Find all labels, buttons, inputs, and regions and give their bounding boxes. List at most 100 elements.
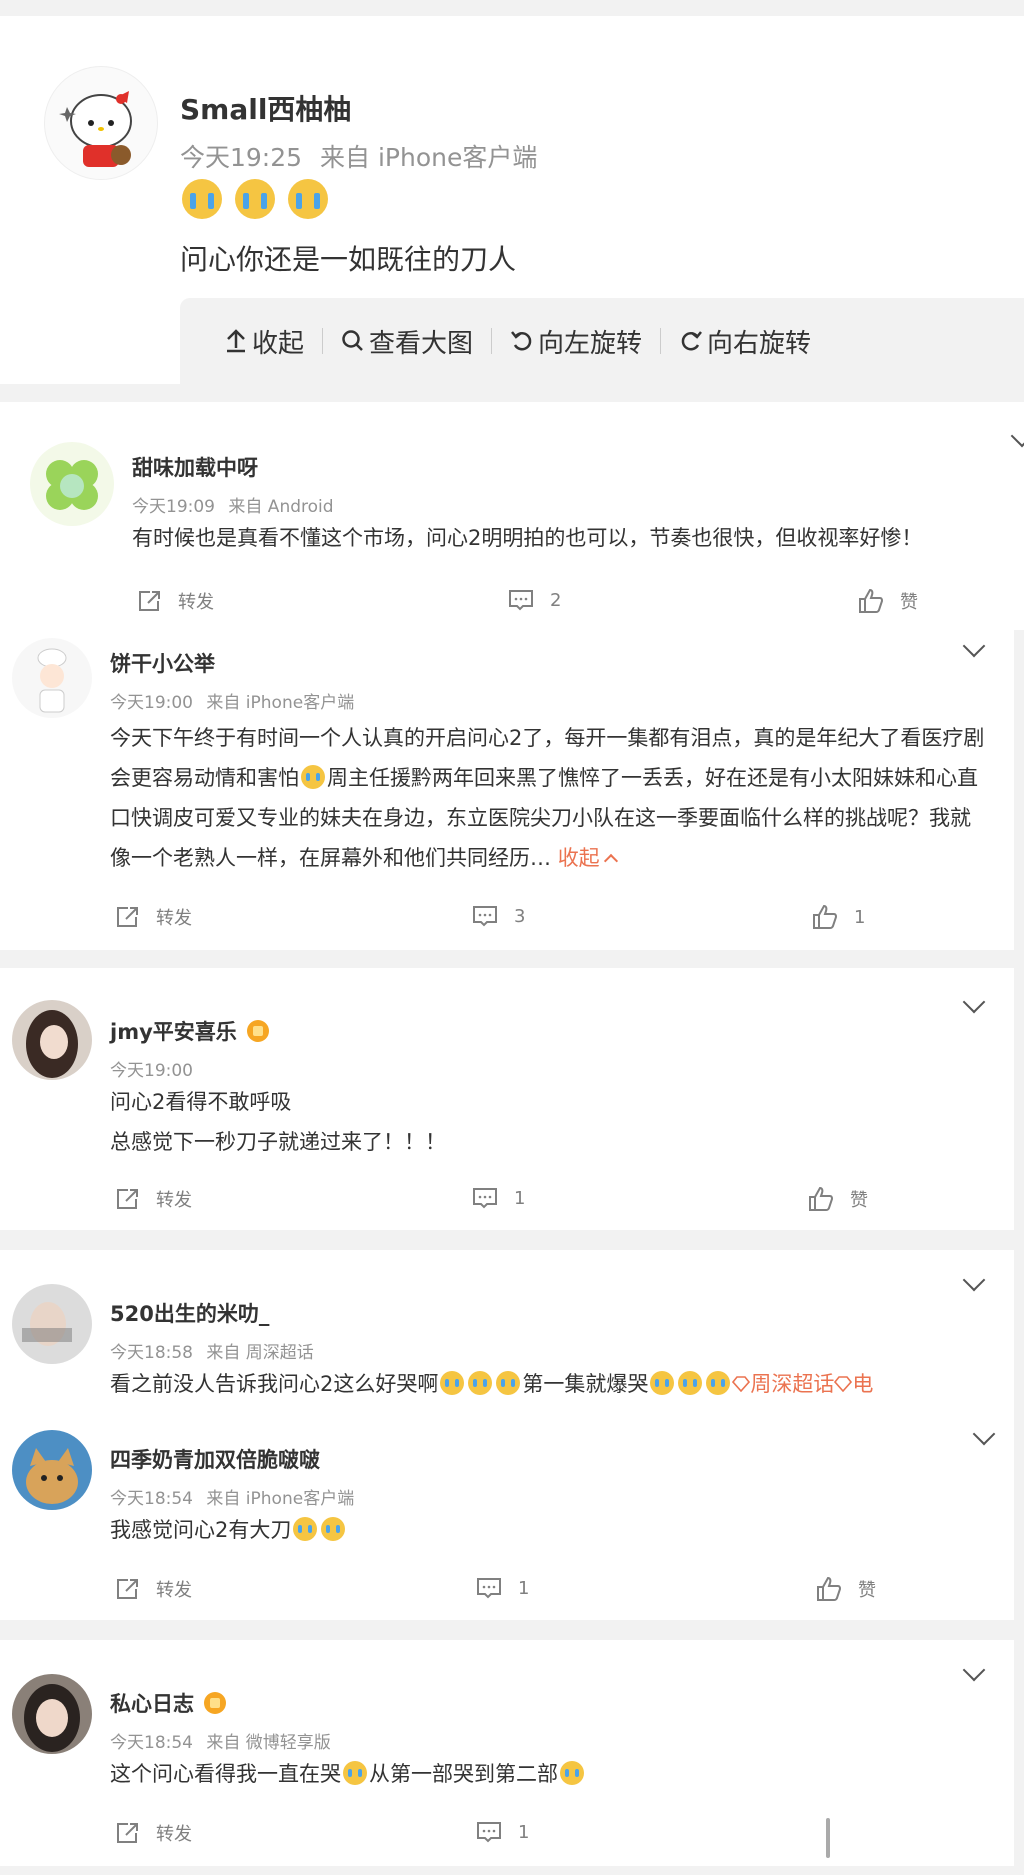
rotate-left-label: 向左旋转 (538, 328, 643, 359)
chevron-down-icon[interactable] (962, 1658, 986, 1682)
comment-source[interactable]: 来自 iPhone客户端 (206, 693, 354, 713)
post-source[interactable]: 来自 iPhone客户端 (320, 143, 537, 172)
comment-count-button[interactable]: 1 (472, 1186, 525, 1210)
comment-source[interactable]: 来自 周深超话 (206, 1343, 313, 1363)
commenter-name[interactable]: 520出生的米叻_ (110, 1298, 269, 1328)
share-icon (117, 1823, 138, 1843)
chevron-down-icon[interactable] (962, 634, 986, 658)
avatar[interactable] (12, 1284, 92, 1364)
forward-button[interactable]: 转发 (114, 904, 192, 930)
like-icon (809, 1186, 834, 1211)
crying-emoji-icon (496, 1371, 521, 1395)
comment-count: 3 (514, 905, 526, 927)
avatar[interactable] (12, 1000, 92, 1080)
commenter-name[interactable]: 甜味加载中呀 (132, 452, 258, 482)
diamond-icon (834, 1376, 853, 1393)
rotate-right-icon (681, 331, 703, 351)
like-button[interactable]: 1 (812, 904, 865, 930)
rotate-right-label: 向右旋转 (707, 328, 812, 359)
comment-count-button[interactable]: 2 (508, 588, 561, 612)
avatar[interactable] (30, 442, 114, 526)
avatar[interactable] (12, 1430, 92, 1510)
comment-count-button[interactable]: 1 (476, 1820, 529, 1844)
forward-button[interactable]: 转发 (114, 1186, 192, 1212)
commenter-name[interactable]: 饼干小公举 (110, 648, 215, 678)
collapse-button[interactable]: 收起 (224, 323, 304, 360)
comment-text-part: 这个问心看得我一直在哭 (110, 1762, 341, 1786)
collapse-label: 收起 (252, 328, 305, 359)
comment-count-button[interactable]: 3 (472, 904, 525, 928)
chevron-down-icon[interactable] (962, 990, 986, 1014)
comment-source[interactable]: 来自 iPhone客户端 (206, 1489, 354, 1509)
comment-count: 1 (514, 1187, 526, 1209)
like-button-faded[interactable] (836, 1818, 1014, 1862)
comment-count-button[interactable]: 1 (476, 1576, 529, 1600)
comment-card: 四季奶青加双倍脆啵啵 今天18:54 来自 iPhone客户端 我感觉问心2有大… (0, 1410, 1014, 1620)
comment-count: 2 (550, 589, 562, 611)
collapse-link-label: 收起 (557, 846, 600, 870)
forward-button[interactable]: 转发 (136, 588, 214, 614)
forward-button[interactable]: 转发 (114, 1576, 192, 1602)
view-large-label: 查看大图 (369, 328, 474, 359)
crying-emoji-icon (650, 1371, 675, 1395)
comment-time: 今天19:09 (132, 497, 215, 517)
comment-time: 今天18:58 (110, 1343, 193, 1363)
like-button[interactable]: 赞 (816, 1576, 876, 1602)
comment-source[interactable]: 来自 微博轻享版 (206, 1733, 330, 1753)
like-label: 赞 (858, 1580, 876, 1601)
commenter-name-text: 私心日志 (110, 1692, 194, 1716)
crying-emoji-icon (343, 1761, 367, 1785)
forward-label: 转发 (156, 1824, 192, 1845)
rotate-left-icon (511, 331, 532, 351)
clover-avatar-image (46, 460, 98, 510)
like-icon (817, 1576, 842, 1601)
comment-source[interactable]: 来自 Android (228, 497, 333, 517)
cat-avatar-image (26, 1448, 78, 1504)
avatar[interactable] (12, 1674, 92, 1754)
comment-card: jmy平安喜乐 今天19:00 问心2看得不敢呼吸 总感觉下一秒刀子就递过来了！… (0, 968, 1014, 1230)
girl-avatar-image (26, 1010, 78, 1078)
comment-card: 饼干小公举 今天19:00 来自 iPhone客户端 今天下午终于有时间一个人认… (0, 630, 1014, 950)
chevron-down-icon[interactable] (972, 1422, 996, 1446)
diamond-icon (732, 1376, 751, 1393)
comment-text: 我感觉问心2有大刀 (110, 1510, 347, 1550)
topic-link[interactable]: 周深超话电 (732, 1372, 873, 1396)
post-author-name[interactable]: Small西柚柚 (180, 88, 351, 128)
toolbar-divider (322, 328, 324, 354)
forward-button[interactable]: 转发 (114, 1820, 192, 1846)
commenter-name-text: jmy平安喜乐 (110, 1020, 237, 1044)
commenter-name[interactable]: 私心日志 (110, 1688, 226, 1718)
scroll-indicator[interactable] (826, 1818, 830, 1858)
comment-text-line: 问心2看得不敢呼吸 (110, 1090, 292, 1114)
comment-icon (477, 1822, 501, 1843)
comment-text: 有时候也是真看不懂这个市场，问心2明明拍的也可以，节奏也很快，但收视率好惨！ (132, 526, 923, 550)
avatar[interactable] (12, 638, 92, 718)
comment-text-part: 第一集就爆哭 (522, 1372, 649, 1396)
hello-kitty-avatar-image (59, 91, 132, 167)
chevron-down-icon[interactable] (962, 1268, 986, 1292)
like-icon (813, 904, 838, 929)
comment-text-part: 从第一部哭到第二部 (369, 1762, 558, 1786)
commenter-name[interactable]: 四季奶青加双倍脆啵啵 (110, 1444, 320, 1474)
comment-meta: 今天18:54 来自 iPhone客户端 (110, 1484, 354, 1509)
like-button[interactable]: 赞 (808, 1186, 868, 1212)
chef-avatar-image (37, 648, 67, 713)
comment-text-part: 我感觉问心2有大刀 (110, 1518, 292, 1542)
share-icon (117, 1579, 138, 1599)
share-icon (139, 591, 160, 611)
commenter-name[interactable]: jmy平安喜乐 (110, 1016, 269, 1046)
view-large-image-button[interactable]: 查看大图 (341, 323, 473, 360)
collapse-text-link[interactable]: 收起 (557, 846, 618, 870)
comment-icon (477, 1578, 501, 1599)
toolbar-divider (491, 328, 493, 354)
comment-text: 看之前没人告诉我问心2这么好哭啊 第一集就爆哭 周深超话电 (110, 1364, 873, 1404)
post-time: 今天19:25 (180, 143, 303, 172)
collapse-arrow-icon (227, 329, 245, 353)
rotate-left-button[interactable]: 向左旋转 (510, 323, 642, 360)
like-button[interactable]: 赞 (858, 588, 918, 614)
chevron-down-icon[interactable] (1010, 424, 1024, 448)
comment-meta: 今天18:58 来自 周深超话 (110, 1338, 314, 1363)
rotate-right-button[interactable]: 向右旋转 (679, 323, 811, 360)
crying-emoji-icon (293, 1517, 318, 1541)
avatar[interactable] (44, 66, 158, 180)
